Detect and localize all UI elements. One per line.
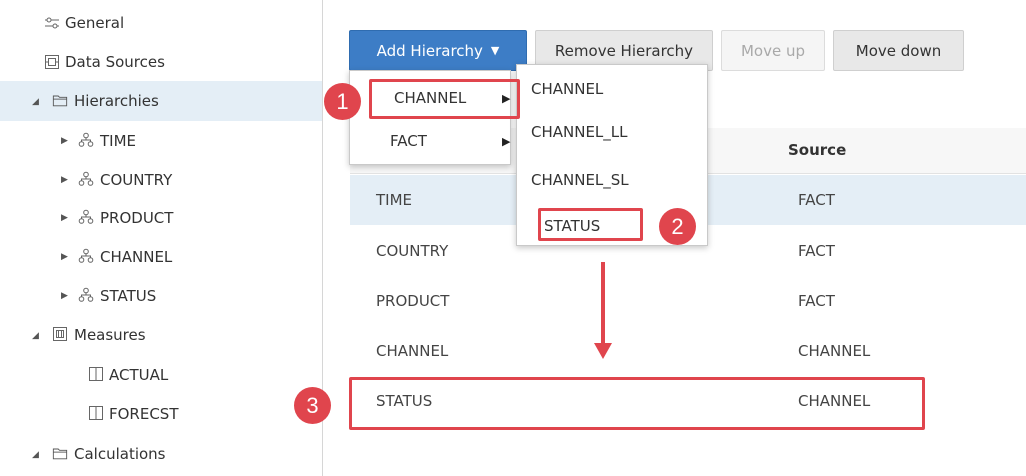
- sidebar-item-label: CHANNEL: [100, 248, 173, 266]
- table-row[interactable]: CHANNEL CHANNEL: [350, 326, 1026, 376]
- submenu-item-channel-ll[interactable]: CHANNEL_LL: [517, 112, 709, 152]
- folder-icon: [52, 92, 68, 108]
- submenu-arrow-icon: ▶: [502, 134, 511, 148]
- step-badge-2: 2: [659, 208, 696, 245]
- sidebar-item-status[interactable]: ▶ STATUS: [0, 276, 322, 316]
- menu-item-label: FACT: [390, 132, 427, 150]
- caret-down-icon: ▼: [490, 44, 500, 57]
- sidebar-item-channel[interactable]: ▶ CHANNEL: [0, 237, 322, 277]
- collapse-icon[interactable]: ◢: [32, 450, 42, 460]
- add-hierarchy-label: Add Hierarchy: [376, 41, 483, 60]
- arrow-head-icon: [594, 343, 612, 359]
- expand-icon[interactable]: ▶: [61, 252, 71, 262]
- step-badge-1: 1: [324, 83, 361, 120]
- sliders-icon: [44, 15, 60, 31]
- hierarchy-icon: [78, 209, 94, 225]
- sidebar-item-label: Hierarchies: [74, 92, 159, 110]
- sidebar-item-label: Data Sources: [65, 53, 165, 71]
- column-header-source[interactable]: Source: [788, 141, 846, 159]
- expand-icon[interactable]: ▶: [61, 136, 71, 146]
- remove-hierarchy-label: Remove Hierarchy: [554, 41, 694, 60]
- hierarchy-icon: [78, 248, 94, 264]
- sidebar-item-forecst[interactable]: FORECST: [0, 394, 322, 434]
- highlight-box-channel: [369, 79, 520, 119]
- expand-icon[interactable]: ▶: [61, 213, 71, 223]
- submenu-item-channel-sl[interactable]: CHANNEL_SL: [517, 160, 709, 200]
- cell-hierarchy: TIME: [376, 191, 413, 209]
- add-hierarchy-button[interactable]: Add Hierarchy ▼: [349, 30, 527, 71]
- sidebar-item-country[interactable]: ▶ COUNTRY: [0, 160, 322, 200]
- sidebar-item-label: PRODUCT: [100, 209, 174, 227]
- cell-source: CHANNEL: [798, 342, 871, 360]
- sidebar-item-label: Calculations: [74, 445, 166, 463]
- hierarchy-icon: [78, 171, 94, 187]
- sidebar-item-data-sources[interactable]: Data Sources: [0, 42, 322, 82]
- sidebar-item-label: COUNTRY: [100, 171, 173, 189]
- sidebar-item-measures[interactable]: ◢ Measures: [0, 315, 322, 355]
- expand-icon[interactable]: ▶: [61, 291, 71, 301]
- sidebar-item-label: Measures: [74, 326, 146, 344]
- cell-source: FACT: [798, 292, 835, 310]
- column-icon: [88, 405, 104, 421]
- sidebar-item-product[interactable]: ▶ PRODUCT: [0, 198, 322, 238]
- sidebar-item-hierarchies[interactable]: ◢ Hierarchies: [0, 81, 322, 121]
- menu-item-label: CHANNEL_SL: [531, 171, 629, 189]
- arrow-down-icon: [601, 262, 605, 344]
- cell-source: FACT: [798, 242, 835, 260]
- sidebar-item-label: FORECST: [109, 405, 179, 423]
- collapse-icon[interactable]: ◢: [32, 97, 42, 107]
- cell-source: FACT: [798, 191, 835, 209]
- move-down-label: Move down: [855, 41, 942, 60]
- highlight-box-new-row: [349, 377, 925, 430]
- hierarchy-icon: [78, 287, 94, 303]
- sidebar-item-calculations[interactable]: ◢ Calculations: [0, 434, 322, 474]
- hierarchy-icon: [78, 132, 94, 148]
- data-source-icon: [44, 54, 60, 70]
- move-up-label: Move up: [740, 41, 806, 60]
- column-icon: [88, 366, 104, 382]
- table-row[interactable]: PRODUCT FACT: [350, 276, 1026, 326]
- highlight-box-status: [538, 208, 643, 241]
- cell-hierarchy: COUNTRY: [376, 242, 449, 260]
- cell-hierarchy: CHANNEL: [376, 342, 449, 360]
- step-badge-3: 3: [294, 387, 331, 424]
- move-down-button[interactable]: Move down: [833, 30, 964, 71]
- collapse-icon[interactable]: ◢: [32, 331, 42, 341]
- navigator-sidebar: General Data Sources ◢ Hierarchies ▶ TIM…: [0, 0, 322, 476]
- sidebar-item-time[interactable]: ▶ TIME: [0, 121, 322, 161]
- measures-icon: [52, 326, 68, 342]
- cell-hierarchy: PRODUCT: [376, 292, 450, 310]
- menu-item-fact[interactable]: FACT ▶: [350, 121, 512, 161]
- submenu-item-channel[interactable]: CHANNEL: [517, 69, 709, 109]
- menu-item-label: CHANNEL_LL: [531, 123, 628, 141]
- expand-icon[interactable]: ▶: [61, 175, 71, 185]
- sidebar-item-label: General: [65, 14, 125, 32]
- sidebar-item-label: TIME: [100, 132, 137, 150]
- sidebar-item-label: ACTUAL: [109, 366, 169, 384]
- menu-item-label: CHANNEL: [531, 80, 604, 98]
- sidebar-item-label: STATUS: [100, 287, 157, 305]
- sidebar-item-actual[interactable]: ACTUAL: [0, 355, 322, 395]
- folder-icon: [52, 445, 68, 461]
- sidebar-item-general[interactable]: General: [0, 3, 322, 43]
- move-up-button[interactable]: Move up: [721, 30, 825, 71]
